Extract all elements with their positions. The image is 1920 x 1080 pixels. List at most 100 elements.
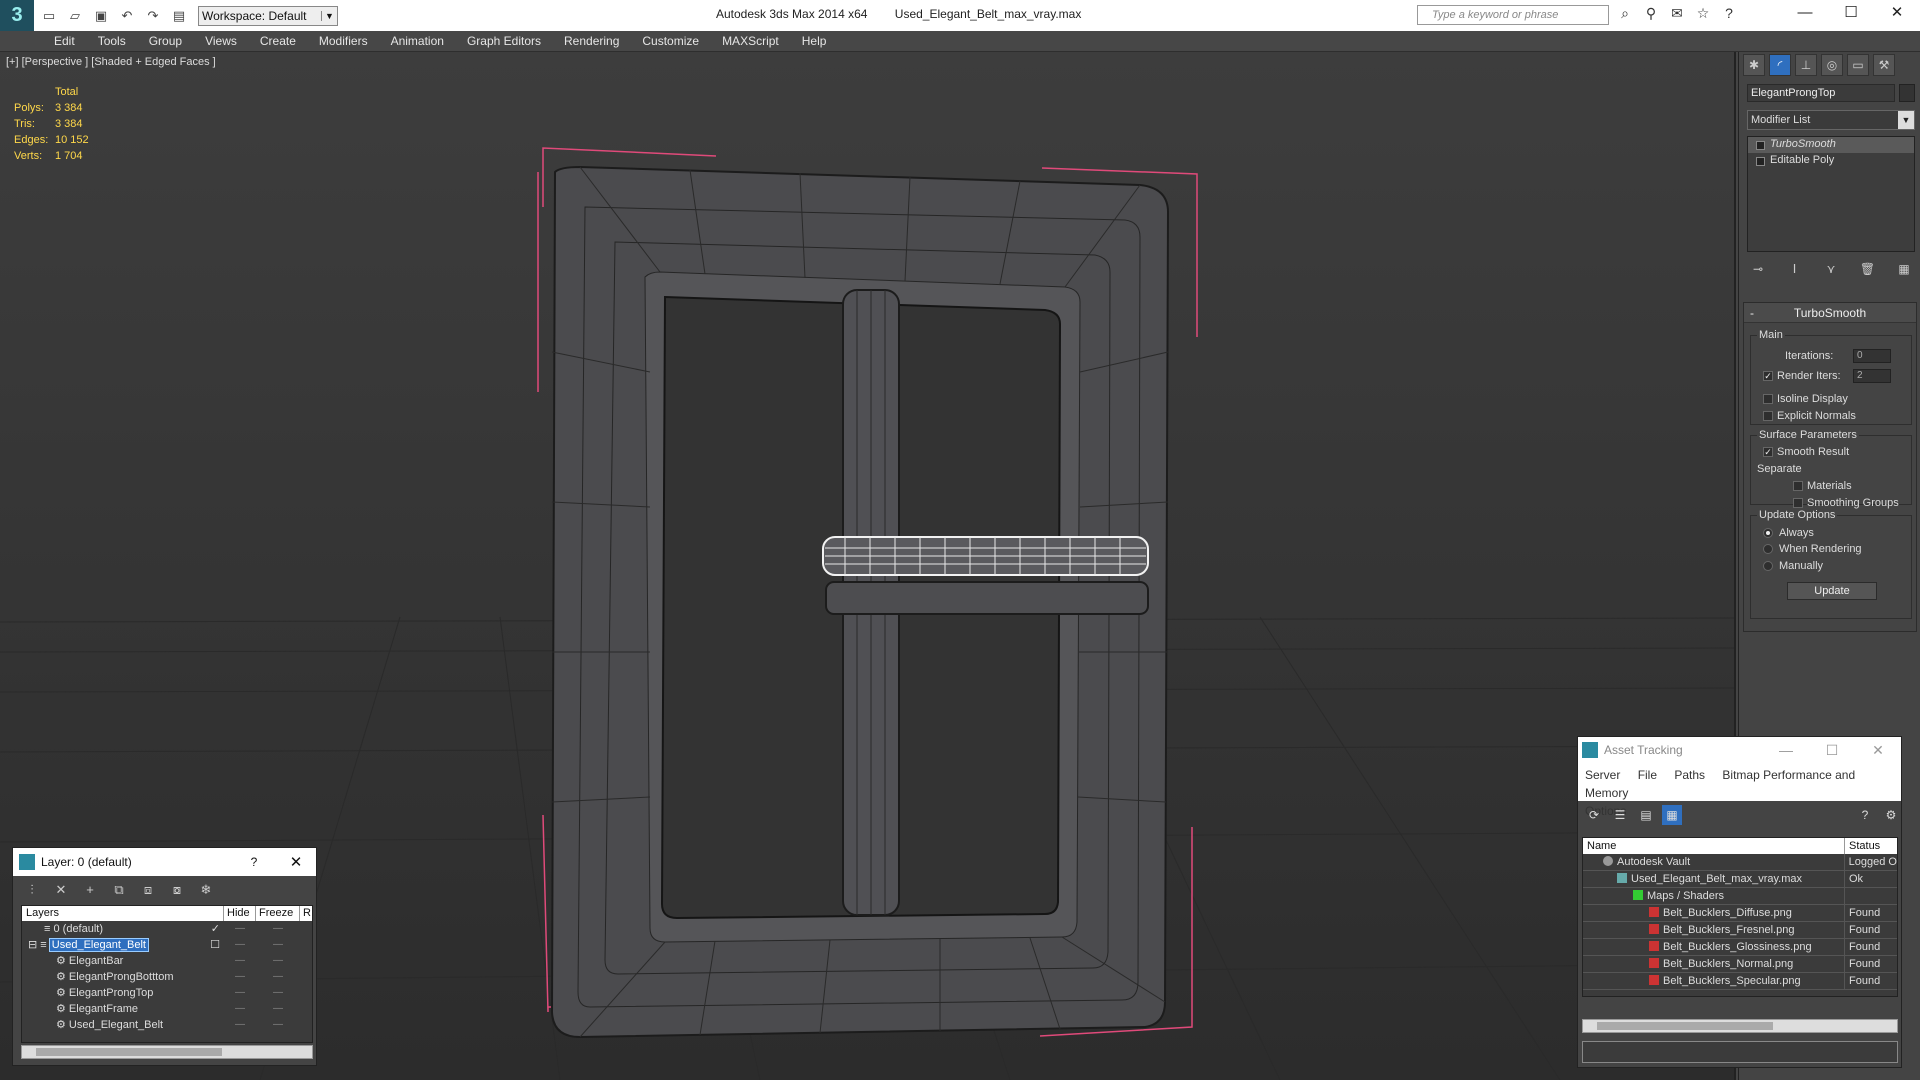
menu-customize[interactable]: Customize: [642, 34, 699, 48]
freeze-toggle[interactable]: —: [256, 921, 300, 937]
asset-menu-paths[interactable]: Paths: [1674, 768, 1705, 782]
binoculars-icon[interactable]: ⌕: [1615, 5, 1635, 25]
pin-stack-icon[interactable]: ⊸: [1747, 258, 1769, 280]
menu-group[interactable]: Group: [149, 34, 182, 48]
menu-graph-editors[interactable]: Graph Editors: [467, 34, 541, 48]
layer-horizontal-scrollbar[interactable]: [21, 1045, 313, 1059]
project-folder-icon[interactable]: ▤: [168, 6, 190, 26]
table-row[interactable]: Belt_Bucklers_Fresnel.png Found: [1583, 922, 1897, 939]
redo-icon[interactable]: ↷: [142, 6, 164, 26]
column-name[interactable]: Name: [1583, 838, 1845, 854]
menu-modifiers[interactable]: Modifiers: [319, 34, 368, 48]
column-render[interactable]: R: [300, 906, 311, 921]
table-view-icon[interactable]: ▤: [1636, 805, 1656, 825]
stack-item-editable-poly[interactable]: Editable Poly: [1748, 153, 1914, 169]
freeze-all-icon[interactable]: ❄: [197, 881, 215, 899]
select-objects-icon[interactable]: ⧉: [110, 881, 128, 899]
freeze-toggle[interactable]: —: [256, 1001, 300, 1017]
freeze-toggle[interactable]: —: [256, 1017, 300, 1033]
table-row[interactable]: Belt_Bucklers_Diffuse.png Found: [1583, 905, 1897, 922]
hierarchy-tab-icon[interactable]: ⊥: [1795, 54, 1817, 76]
table-row[interactable]: Belt_Bucklers_Specular.png Found: [1583, 973, 1897, 990]
stack-item-turbosmooth[interactable]: TurboSmooth: [1748, 137, 1914, 153]
remove-modifier-icon[interactable]: 🗑: [1857, 258, 1879, 280]
minimize-icon[interactable]: —: [1763, 742, 1809, 759]
subscription-icon[interactable]: ⚲: [1641, 5, 1661, 25]
layer-stack-icon[interactable]: ⫶: [23, 881, 41, 899]
menu-views[interactable]: Views: [205, 34, 237, 48]
hide-toggle[interactable]: —: [224, 969, 256, 985]
render-iters-checkbox[interactable]: ✓: [1763, 371, 1773, 381]
layer-row[interactable]: ≡ 0 (default) ✓ — —: [22, 921, 312, 937]
always-radio[interactable]: [1763, 528, 1773, 538]
scrollbar-thumb[interactable]: [1597, 1022, 1773, 1030]
isoline-display-checkbox[interactable]: [1763, 394, 1773, 404]
freeze-toggle[interactable]: —: [256, 985, 300, 1001]
communication-icon[interactable]: ✉: [1667, 5, 1687, 25]
hide-toggle[interactable]: —: [224, 921, 256, 937]
materials-checkbox[interactable]: [1793, 481, 1803, 491]
menu-rendering[interactable]: Rendering: [564, 34, 619, 48]
make-unique-icon[interactable]: ⋎: [1820, 258, 1842, 280]
when-rendering-radio[interactable]: [1763, 544, 1773, 554]
asset-menu-bitmap[interactable]: Bitmap Performance and Memory: [1585, 768, 1855, 800]
motion-tab-icon[interactable]: ◎: [1821, 54, 1843, 76]
highlight-layer-icon[interactable]: ⧈: [139, 881, 157, 899]
help-icon[interactable]: ?: [1719, 5, 1739, 25]
workspace-dropdown[interactable]: Workspace: Default ▼: [198, 5, 338, 26]
table-row[interactable]: Belt_Bucklers_Normal.png Found: [1583, 956, 1897, 973]
render-iters-spinner[interactable]: 2: [1853, 369, 1891, 383]
list-view-icon[interactable]: ☰: [1610, 805, 1630, 825]
current-layer-box-icon[interactable]: ☐: [210, 937, 220, 953]
layer-row[interactable]: ⚙ ElegantProngBotttom — —: [22, 969, 312, 985]
table-row[interactable]: Used_Elegant_Belt_max_vray.max Ok: [1583, 871, 1897, 888]
rollout-header[interactable]: - TurboSmooth: [1744, 303, 1916, 323]
maximize-icon[interactable]: ☐: [1809, 742, 1855, 759]
table-row[interactable]: Autodesk Vault Logged O: [1583, 854, 1897, 871]
open-file-icon[interactable]: ▱: [64, 6, 86, 26]
layer-manager-titlebar[interactable]: Layer: 0 (default) ? ✕: [13, 848, 316, 876]
close-icon[interactable]: ✕: [276, 853, 316, 871]
refresh-icon[interactable]: ⟳: [1584, 805, 1604, 825]
hide-toggle[interactable]: —: [224, 953, 256, 969]
explicit-normals-checkbox[interactable]: [1763, 411, 1773, 421]
menu-maxscript[interactable]: MAXScript: [722, 34, 779, 48]
hide-toggle[interactable]: —: [224, 985, 256, 1001]
undo-icon[interactable]: ↶: [116, 6, 138, 26]
hide-all-icon[interactable]: ⧇: [168, 881, 186, 899]
menu-help[interactable]: Help: [802, 34, 827, 48]
delete-layer-icon[interactable]: ✕: [52, 881, 70, 899]
asset-horizontal-scrollbar[interactable]: [1582, 1019, 1898, 1033]
add-layer-icon[interactable]: +: [81, 881, 99, 899]
table-row[interactable]: Maps / Shaders: [1583, 888, 1897, 905]
layer-row[interactable]: ⚙ ElegantProngTop — —: [22, 985, 312, 1001]
utilities-tab-icon[interactable]: ⚒: [1873, 54, 1895, 76]
asset-menu-server[interactable]: Server: [1585, 768, 1620, 782]
freeze-toggle[interactable]: —: [256, 953, 300, 969]
app-logo-icon[interactable]: 3: [0, 0, 34, 31]
iterations-spinner[interactable]: 0: [1853, 349, 1891, 363]
hide-toggle[interactable]: —: [224, 1001, 256, 1017]
layer-row[interactable]: ⊟ ≡ Used_Elegant_Belt ☐ — —: [22, 937, 312, 953]
save-file-icon[interactable]: ▣: [90, 6, 112, 26]
display-tab-icon[interactable]: ▭: [1847, 54, 1869, 76]
column-hide[interactable]: Hide: [224, 906, 256, 921]
table-row[interactable]: Belt_Bucklers_Glossiness.png Found: [1583, 939, 1897, 956]
elegant-prong-bottom[interactable]: [825, 581, 1149, 615]
help-icon[interactable]: ?: [232, 855, 276, 869]
scrollbar-thumb[interactable]: [36, 1048, 222, 1056]
menu-tools[interactable]: Tools: [98, 34, 126, 48]
menu-animation[interactable]: Animation: [391, 34, 444, 48]
close-icon[interactable]: ✕: [1874, 0, 1920, 28]
maximize-icon[interactable]: ☐: [1828, 0, 1874, 28]
menu-edit[interactable]: Edit: [54, 34, 75, 48]
freeze-toggle[interactable]: —: [256, 937, 300, 953]
close-icon[interactable]: ✕: [1855, 742, 1901, 759]
hide-toggle[interactable]: —: [224, 937, 256, 953]
show-end-result-icon[interactable]: Ⅰ: [1784, 258, 1806, 280]
layer-row[interactable]: ⚙ ElegantFrame — —: [22, 1001, 312, 1017]
column-layers[interactable]: Layers: [22, 906, 224, 921]
column-status[interactable]: Status: [1845, 838, 1880, 854]
asset-menu-file[interactable]: File: [1638, 768, 1657, 782]
column-freeze[interactable]: Freeze: [256, 906, 300, 921]
